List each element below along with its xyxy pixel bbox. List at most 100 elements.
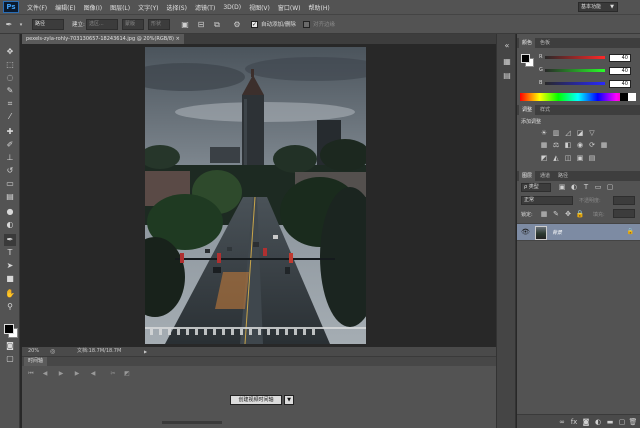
gradient-tool-icon[interactable]: ▤: [4, 191, 16, 203]
invert-icon[interactable]: ◩: [539, 153, 549, 163]
path-select-tool-icon[interactable]: ➤: [4, 260, 16, 272]
color-fg-swatch[interactable]: [521, 54, 530, 63]
eye-icon[interactable]: 👁: [521, 228, 530, 236]
new-layer-icon[interactable]: ▢: [617, 417, 627, 427]
crop-tool-icon[interactable]: ⌗: [4, 98, 16, 110]
marquee-tool-icon[interactable]: ⬚: [4, 59, 16, 71]
b-value-field[interactable]: 40: [609, 80, 631, 88]
close-icon[interactable]: ×: [176, 36, 180, 42]
filter-type-icon[interactable]: T: [581, 182, 591, 192]
new-group-icon[interactable]: ▬: [605, 417, 615, 427]
timeline-zoom-slider[interactable]: [162, 421, 222, 424]
menu-image[interactable]: 图像(I): [84, 3, 102, 12]
menu-filter[interactable]: 滤镜(T): [195, 3, 215, 12]
channel-mixer-icon[interactable]: ⟳: [587, 140, 597, 150]
zoom-level[interactable]: 20%: [28, 347, 39, 356]
black-white-swatch[interactable]: [620, 93, 636, 101]
layer-kind-filter[interactable]: ρ 类型: [521, 183, 551, 192]
curves-icon[interactable]: ◿: [563, 128, 573, 138]
tab-channels[interactable]: 通道: [537, 171, 553, 181]
lock-transparency-icon[interactable]: ▦: [539, 209, 549, 219]
color-balance-icon[interactable]: ⚖: [551, 140, 561, 150]
layer-row[interactable]: 👁 背景 🔒: [517, 223, 640, 241]
quick-select-tool-icon[interactable]: ✎: [4, 85, 16, 97]
menu-help[interactable]: 帮助(H): [309, 3, 330, 12]
photo-filter-icon[interactable]: ◉: [575, 140, 585, 150]
tab-layers[interactable]: 图层: [519, 171, 536, 181]
color-lookup-icon[interactable]: ▦: [599, 140, 609, 150]
eyedropper-tool-icon[interactable]: ⁄: [4, 111, 16, 123]
path-operations-icon[interactable]: ▣: [180, 20, 190, 30]
prev-frame-icon[interactable]: ◀: [40, 370, 50, 378]
foreground-color-swatch[interactable]: [4, 324, 14, 334]
play-icon[interactable]: ▶: [56, 370, 66, 378]
zoom-tool-icon[interactable]: ⚲: [4, 301, 16, 313]
threshold-icon[interactable]: ◫: [563, 153, 573, 163]
selective-color-icon[interactable]: ▣: [575, 153, 585, 163]
auto-add-delete-checkbox[interactable]: ✓: [251, 21, 258, 28]
filter-smart-icon[interactable]: ▢: [605, 182, 615, 192]
align-edges-checkbox[interactable]: [303, 21, 310, 28]
menu-edit[interactable]: 编辑(E): [55, 3, 75, 12]
exposure-icon[interactable]: ◪: [575, 128, 585, 138]
black-white-icon[interactable]: ◧: [563, 140, 573, 150]
posterize-icon[interactable]: ◭: [551, 153, 561, 163]
collapse-arrows-icon[interactable]: «: [501, 40, 513, 52]
go-first-frame-icon[interactable]: ⏮: [26, 370, 36, 378]
path-alignment-icon[interactable]: ⊟: [196, 20, 206, 30]
mode-select[interactable]: 路径: [32, 19, 64, 30]
tab-color[interactable]: 颜色: [519, 38, 536, 48]
levels-icon[interactable]: ▥: [551, 128, 561, 138]
properties-panel-icon[interactable]: ▤: [501, 70, 513, 82]
next-frame-icon[interactable]: ▶: [72, 370, 82, 378]
layer-mask-icon[interactable]: ◙: [581, 417, 591, 427]
move-tool-icon[interactable]: ✥: [4, 46, 16, 58]
hue-saturation-icon[interactable]: ▦: [539, 140, 549, 150]
b-slider[interactable]: [545, 82, 605, 85]
menu-select[interactable]: 选择(S): [166, 3, 187, 12]
history-panel-icon[interactable]: ▦: [501, 56, 513, 68]
gear-icon[interactable]: ⚙: [232, 20, 242, 30]
history-brush-tool-icon[interactable]: ↺: [4, 165, 16, 177]
vibrance-icon[interactable]: ▽: [587, 128, 597, 138]
menu-3d[interactable]: 3D(D): [223, 4, 241, 11]
document-image[interactable]: [145, 47, 366, 344]
filter-pixel-icon[interactable]: ▣: [557, 182, 567, 192]
pen-tool-icon[interactable]: ✒: [4, 234, 16, 246]
transition-icon[interactable]: ◩: [122, 370, 132, 378]
menu-type[interactable]: 文字(Y): [138, 3, 158, 12]
lasso-tool-icon[interactable]: ◌: [4, 72, 16, 84]
status-arrow-icon[interactable]: ▶: [144, 347, 147, 356]
tab-paths[interactable]: 路径: [555, 171, 571, 181]
rectangle-tool-icon[interactable]: ■: [4, 273, 16, 285]
hand-tool-icon[interactable]: ✋: [4, 288, 16, 300]
layer-style-icon[interactable]: fx: [569, 417, 579, 427]
filter-shape-icon[interactable]: ▭: [593, 182, 603, 192]
menu-file[interactable]: 文件(F): [27, 3, 47, 12]
blur-tool-icon[interactable]: ●: [4, 206, 16, 218]
lock-all-icon[interactable]: 🔒: [575, 209, 585, 219]
lock-pixels-icon[interactable]: ✎: [551, 209, 561, 219]
layer-name[interactable]: 背景: [552, 229, 562, 236]
tab-styles[interactable]: 样式: [537, 105, 553, 115]
r-slider[interactable]: [545, 56, 605, 59]
type-tool-icon[interactable]: T: [4, 247, 16, 259]
shape-button[interactable]: 形状: [148, 19, 170, 30]
tab-adjustments[interactable]: 调整: [519, 105, 536, 115]
tab-swatches[interactable]: 色板: [537, 38, 553, 48]
document-tab[interactable]: pexels-zyla-rohly-703130657-18243614.jpg…: [22, 34, 184, 44]
chevron-down-icon[interactable]: ▼: [284, 395, 294, 405]
menu-window[interactable]: 窗口(W): [278, 3, 301, 12]
canvas-area[interactable]: [22, 44, 496, 347]
clone-stamp-tool-icon[interactable]: ⊥: [4, 152, 16, 164]
trash-icon[interactable]: 🗑: [628, 417, 638, 427]
selection-button[interactable]: 选区...: [86, 19, 118, 30]
eraser-tool-icon[interactable]: ▭: [4, 178, 16, 190]
link-layers-icon[interactable]: ∞: [557, 417, 567, 427]
quick-mask-icon[interactable]: ◙: [4, 340, 16, 352]
screen-mode-icon[interactable]: ▢: [4, 353, 16, 365]
g-value-field[interactable]: 40: [609, 67, 631, 75]
scissors-icon[interactable]: ✂: [108, 370, 118, 378]
workspace-select[interactable]: 基本功能 ▼: [578, 2, 618, 12]
status-menu-icon[interactable]: ◎: [50, 347, 55, 356]
